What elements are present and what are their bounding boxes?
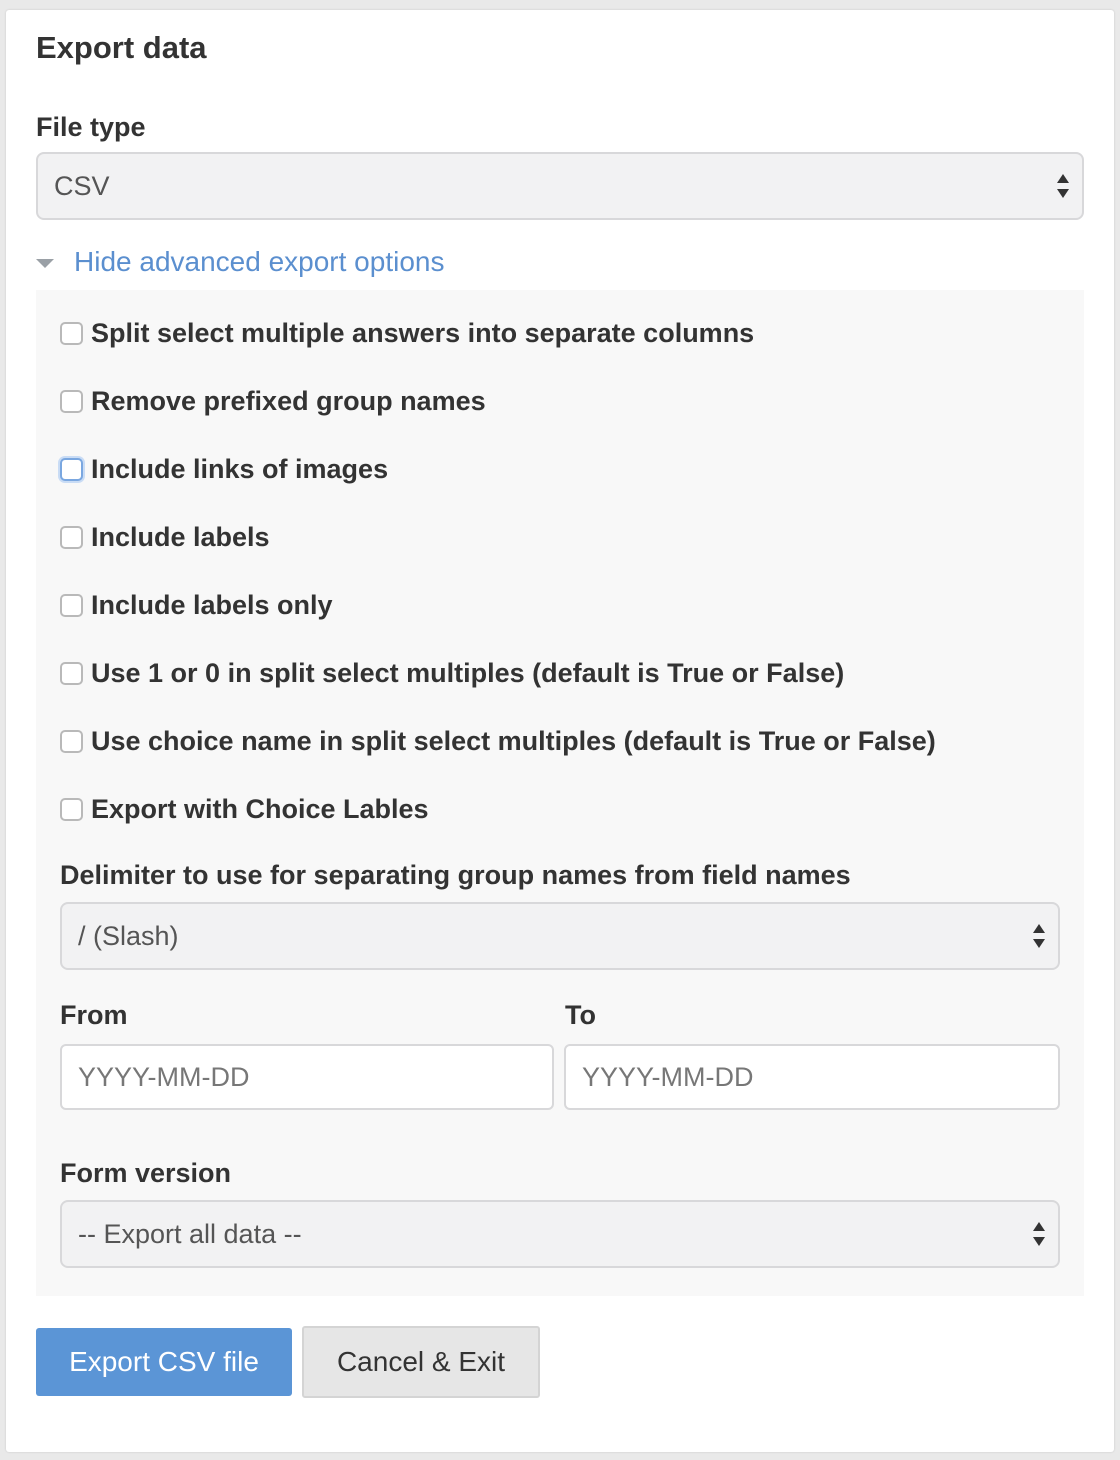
delimiter-value: / (Slash): [78, 920, 179, 951]
delimiter-label: Delimiter to use for separating group na…: [60, 860, 851, 890]
form-version-value: -- Export all data --: [78, 1218, 302, 1249]
form-version-select[interactable]: -- Export all data --: [60, 1200, 1060, 1268]
checkbox[interactable]: [60, 662, 83, 685]
option-export-with-choice-labels[interactable]: Export with Choice Lables: [60, 794, 429, 825]
export-dialog: Export data File type CSV Hide advanced …: [6, 10, 1114, 1452]
file-type-select[interactable]: CSV: [36, 152, 1084, 220]
option-label: Include links of images: [91, 454, 389, 484]
option-include-labels-only[interactable]: Include labels only: [60, 590, 333, 621]
delimiter-select[interactable]: / (Slash): [60, 902, 1060, 970]
to-date-placeholder: YYYY-MM-DD: [582, 1061, 754, 1092]
option-label: Use choice name in split select multiple…: [91, 726, 936, 756]
export-button[interactable]: Export CSV file: [36, 1328, 292, 1396]
option-label: Include labels: [91, 522, 270, 552]
option-label: Export with Choice Lables: [91, 794, 429, 824]
select-arrows-icon: [1057, 174, 1069, 198]
checkbox[interactable]: [60, 730, 83, 753]
option-use-choice-name[interactable]: Use choice name in split select multiple…: [60, 726, 936, 757]
option-label: Split select multiple answers into separ…: [91, 318, 755, 348]
option-label: Remove prefixed group names: [91, 386, 486, 416]
file-type-label: File type: [36, 112, 146, 142]
option-include-links-of-images[interactable]: Include links of images: [60, 454, 388, 485]
option-remove-prefixed-group-names[interactable]: Remove prefixed group names: [60, 386, 486, 417]
checkbox[interactable]: [60, 798, 83, 821]
file-type-value: CSV: [54, 170, 110, 201]
option-label: Use 1 or 0 in split select multiples (de…: [91, 658, 845, 688]
option-split-select-multiple[interactable]: Split select multiple answers into separ…: [60, 318, 754, 349]
from-date-placeholder: YYYY-MM-DD: [78, 1061, 250, 1092]
page-title: Export data: [36, 30, 207, 65]
form-version-label: Form version: [60, 1158, 232, 1188]
advanced-options-link[interactable]: Hide advanced export options: [74, 246, 444, 278]
option-label: Include labels only: [91, 590, 333, 620]
checkbox[interactable]: [60, 526, 83, 549]
checkbox[interactable]: [60, 594, 83, 617]
advanced-options-toggle[interactable]: Hide advanced export options: [36, 246, 444, 278]
cancel-button[interactable]: Cancel & Exit: [302, 1326, 540, 1398]
caret-down-icon: [36, 258, 54, 268]
to-label: To: [565, 1000, 596, 1030]
advanced-options-panel: Split select multiple answers into separ…: [36, 290, 1084, 1296]
checkbox[interactable]: [60, 322, 83, 345]
from-label: From: [60, 1000, 128, 1030]
select-arrows-icon: [1033, 1222, 1045, 1246]
from-date-input[interactable]: YYYY-MM-DD: [60, 1044, 554, 1110]
to-date-input[interactable]: YYYY-MM-DD: [564, 1044, 1060, 1110]
option-include-labels[interactable]: Include labels: [60, 522, 270, 553]
option-use-1-or-0[interactable]: Use 1 or 0 in split select multiples (de…: [60, 658, 844, 689]
checkbox[interactable]: [60, 458, 83, 481]
select-arrows-icon: [1033, 924, 1045, 948]
checkbox[interactable]: [60, 390, 83, 413]
